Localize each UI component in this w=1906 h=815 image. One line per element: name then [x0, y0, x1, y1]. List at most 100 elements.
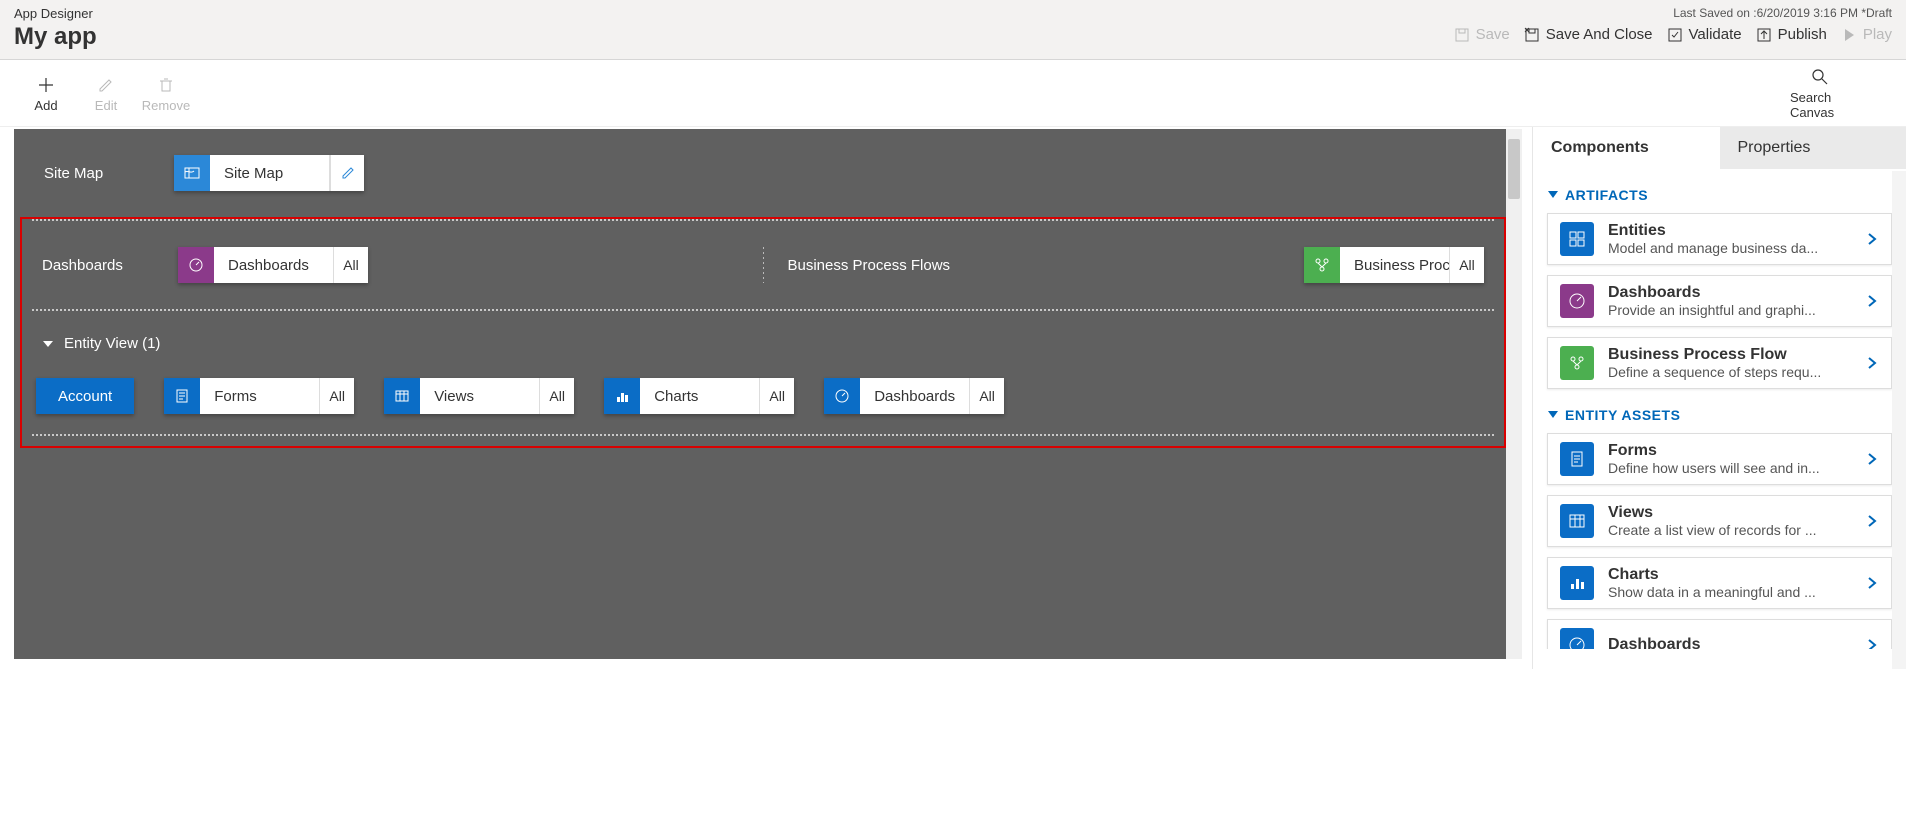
- chevron-right-icon: [1865, 356, 1879, 370]
- page-title: My app: [14, 23, 97, 51]
- card-charts-title: Charts: [1608, 566, 1851, 584]
- side-panel: Components Properties ARTIFACTS Entities…: [1532, 127, 1906, 669]
- dashboards-tile-label: Dashboards: [214, 247, 334, 283]
- card-bpf[interactable]: Business Process Flow Define a sequence …: [1547, 337, 1892, 389]
- chevron-right-icon: [1865, 452, 1879, 466]
- edit-button[interactable]: Edit: [76, 76, 136, 113]
- forms-all[interactable]: All: [320, 378, 354, 414]
- card-dashboards2-title: Dashboards: [1608, 636, 1851, 649]
- card-views-desc: Create a list view of records for ...: [1608, 522, 1851, 538]
- bpf-tile-label: Business Proces...: [1340, 247, 1450, 283]
- bpf-section-label: Business Process Flows: [788, 257, 1281, 274]
- plus-icon: [37, 76, 55, 94]
- card-dashboards-desc: Provide an insightful and graphi...: [1608, 302, 1851, 318]
- dashboards-tile[interactable]: Dashboards All: [178, 247, 368, 283]
- entity-dashboards-all[interactable]: All: [970, 378, 1004, 414]
- dashboard-icon: [1560, 628, 1594, 649]
- entity-dashboards-label: Dashboards: [860, 378, 970, 414]
- selected-highlight-area: Dashboards Dashboards All Business Proce…: [20, 217, 1506, 448]
- validate-button[interactable]: Validate: [1667, 26, 1742, 43]
- chevron-down-icon: [1547, 410, 1559, 420]
- card-dashboards-asset[interactable]: Dashboards: [1547, 619, 1892, 649]
- dashboards-section-label: Dashboards: [42, 257, 154, 274]
- canvas-scrollbar[interactable]: [1506, 129, 1522, 659]
- views-icon: [1560, 504, 1594, 538]
- charts-tile-label: Charts: [640, 378, 760, 414]
- dashboard-icon: [1560, 284, 1594, 318]
- card-dashboards[interactable]: Dashboards Provide an insightful and gra…: [1547, 275, 1892, 327]
- card-entities-desc: Model and manage business da...: [1608, 240, 1851, 256]
- card-charts-desc: Show data in a meaningful and ...: [1608, 584, 1851, 600]
- save-and-close-button[interactable]: Save And Close: [1524, 26, 1653, 43]
- app-header: App Designer My app Last Saved on :6/20/…: [0, 0, 1906, 60]
- artifacts-section-header[interactable]: ARTIFACTS: [1547, 179, 1892, 213]
- account-entity-button[interactable]: Account: [36, 378, 134, 414]
- add-button[interactable]: Add: [16, 76, 76, 113]
- chart-icon: [1560, 566, 1594, 600]
- design-canvas[interactable]: Site Map Site Map Dashboards: [14, 129, 1522, 659]
- sitemap-icon: [174, 155, 210, 191]
- site-map-tile[interactable]: Site Map: [174, 155, 364, 191]
- bpf-icon: [1560, 346, 1594, 380]
- publish-icon: [1756, 27, 1772, 43]
- card-entities-title: Entities: [1608, 222, 1851, 240]
- last-saved-text: Last Saved on :6/20/2019 3:16 PM *Draft: [1454, 6, 1892, 20]
- chart-icon: [604, 378, 640, 414]
- save-icon: [1454, 27, 1470, 43]
- entities-icon: [1560, 222, 1594, 256]
- dashboard-icon: [824, 378, 860, 414]
- card-entities[interactable]: Entities Model and manage business da...: [1547, 213, 1892, 265]
- chevron-right-icon: [1865, 232, 1879, 246]
- play-button[interactable]: Play: [1841, 26, 1892, 43]
- card-forms-desc: Define how users will see and in...: [1608, 460, 1851, 476]
- views-all[interactable]: All: [540, 378, 574, 414]
- search-icon: [1811, 68, 1829, 86]
- save-button[interactable]: Save: [1454, 26, 1510, 43]
- charts-tile[interactable]: Charts All: [604, 378, 794, 414]
- validate-icon: [1667, 27, 1683, 43]
- search-canvas-button[interactable]: Search Canvas: [1790, 68, 1850, 120]
- views-tile[interactable]: Views All: [384, 378, 574, 414]
- trash-icon: [157, 76, 175, 94]
- site-map-edit-button[interactable]: [330, 155, 364, 191]
- charts-all[interactable]: All: [760, 378, 794, 414]
- pencil-icon: [97, 76, 115, 94]
- ribbon-toolbar: Add Edit Remove Search Canvas: [0, 60, 1906, 127]
- dashboard-icon: [178, 247, 214, 283]
- tab-properties[interactable]: Properties: [1720, 127, 1906, 169]
- form-icon: [1560, 442, 1594, 476]
- entity-assets-section-header[interactable]: ENTITY ASSETS: [1547, 399, 1892, 433]
- card-forms-title: Forms: [1608, 442, 1851, 460]
- site-map-tile-label: Site Map: [210, 155, 330, 191]
- bpf-tile[interactable]: Business Proces... All: [1304, 247, 1484, 283]
- tab-components[interactable]: Components: [1533, 127, 1720, 169]
- views-icon: [384, 378, 420, 414]
- remove-button[interactable]: Remove: [136, 76, 196, 113]
- breadcrumb: App Designer: [14, 6, 97, 21]
- chevron-right-icon: [1865, 638, 1879, 649]
- forms-tile[interactable]: Forms All: [164, 378, 354, 414]
- publish-button[interactable]: Publish: [1756, 26, 1827, 43]
- card-bpf-title: Business Process Flow: [1608, 346, 1851, 364]
- chevron-down-icon: [1547, 190, 1559, 200]
- card-views[interactable]: Views Create a list view of records for …: [1547, 495, 1892, 547]
- forms-tile-label: Forms: [200, 378, 320, 414]
- play-icon: [1841, 27, 1857, 43]
- sidepanel-scrollbar[interactable]: [1892, 171, 1906, 669]
- entity-dashboards-tile[interactable]: Dashboards All: [824, 378, 1004, 414]
- form-icon: [164, 378, 200, 414]
- chevron-right-icon: [1865, 576, 1879, 590]
- chevron-right-icon: [1865, 514, 1879, 528]
- site-map-section-label: Site Map: [44, 165, 174, 182]
- entity-view-header[interactable]: Entity View (1): [32, 311, 1494, 372]
- card-charts[interactable]: Charts Show data in a meaningful and ...: [1547, 557, 1892, 609]
- chevron-right-icon: [1865, 294, 1879, 308]
- card-forms[interactable]: Forms Define how users will see and in..…: [1547, 433, 1892, 485]
- card-bpf-desc: Define a sequence of steps requ...: [1608, 364, 1851, 380]
- bpf-all[interactable]: All: [1450, 247, 1484, 283]
- card-views-title: Views: [1608, 504, 1851, 522]
- card-dashboards-title: Dashboards: [1608, 284, 1851, 302]
- vertical-divider: [763, 247, 764, 283]
- views-tile-label: Views: [420, 378, 540, 414]
- dashboards-all[interactable]: All: [334, 247, 368, 283]
